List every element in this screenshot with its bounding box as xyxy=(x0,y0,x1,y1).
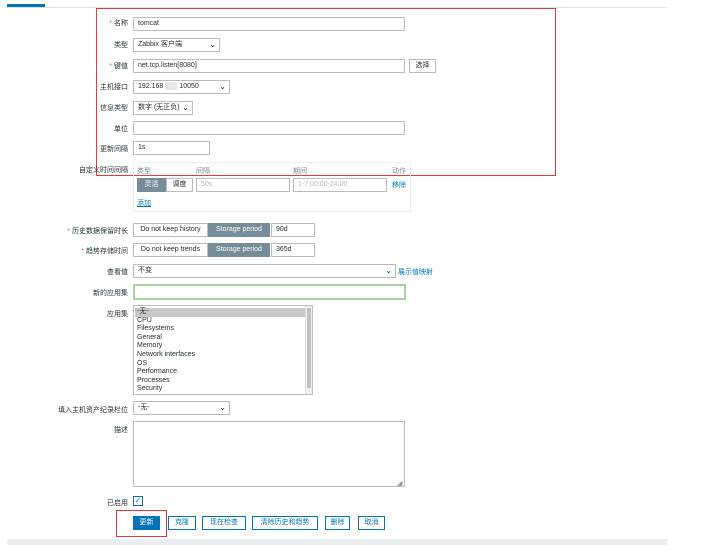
history-storage-period-toggle[interactable]: Storage period xyxy=(208,223,270,237)
custom-header-period: 期间 xyxy=(293,168,307,175)
chevron-down-icon: ⌄ xyxy=(385,266,392,275)
description-textarea[interactable] xyxy=(133,421,405,487)
host-interface-label: * 主机接口 xyxy=(95,84,128,91)
list-item[interactable]: CPU xyxy=(135,317,305,326)
applications-label: 应用集 xyxy=(107,311,128,318)
key-select-button[interactable]: 选择 xyxy=(409,59,436,73)
enabled-label: 已启用 xyxy=(107,500,128,507)
list-item[interactable]: Security xyxy=(135,385,305,394)
clone-button[interactable]: 克隆 xyxy=(168,516,196,530)
chevron-down-icon: ⌄ xyxy=(219,82,226,91)
description-label: 描述 xyxy=(114,427,128,434)
flexible-toggle[interactable]: 灵活 xyxy=(137,178,166,192)
show-value-mappings-link[interactable]: 展示值映射 xyxy=(398,267,433,277)
custom-intervals-label: 自定义时间间隔 xyxy=(79,167,128,174)
resize-handle-icon[interactable]: ◢ xyxy=(397,479,402,487)
host-interface-select[interactable]: 192.168 10050 ⌄ xyxy=(133,80,230,94)
custom-header-action: 动作 xyxy=(392,168,406,175)
chevron-down-icon: ⌄ xyxy=(209,40,216,49)
redacted-block xyxy=(165,82,178,91)
key-label: * 键值 xyxy=(109,63,128,70)
list-item[interactable]: -无- xyxy=(135,308,305,317)
name-input[interactable]: tomcat xyxy=(133,17,405,31)
value-map-label: 查看值 xyxy=(107,269,128,276)
interval-input[interactable]: 50s xyxy=(196,178,290,192)
custom-header-type: 类型 xyxy=(137,168,151,175)
enabled-checkbox[interactable]: ✓ xyxy=(133,496,143,506)
listbox-scrollbar[interactable] xyxy=(305,306,312,394)
clear-history-button[interactable]: 清除历史和趋势 xyxy=(252,516,318,530)
trends-do-not-keep-toggle[interactable]: Do not keep trends xyxy=(133,243,208,257)
period-input[interactable]: 1-7,00:00-24:00 xyxy=(293,178,387,192)
key-input[interactable]: net.tcp.listen[8080] xyxy=(133,59,405,73)
trends-storage-period-toggle[interactable]: Storage period xyxy=(208,243,270,257)
new-application-label: 新的应用集 xyxy=(93,290,128,297)
new-application-input[interactable] xyxy=(133,284,406,300)
value-map-select[interactable]: 不变 ⌄ xyxy=(133,264,396,278)
type-label: 类型 xyxy=(114,42,128,49)
trends-period-input[interactable]: 365d xyxy=(271,243,315,257)
scrollbar-thumb[interactable] xyxy=(307,308,311,388)
update-button[interactable]: 更新 xyxy=(133,516,160,530)
list-item[interactable]: OS xyxy=(135,360,305,369)
custom-header-interval: 间隔 xyxy=(196,168,210,175)
trends-label: * 趋势存储时间 xyxy=(81,248,128,255)
list-item[interactable]: Memory xyxy=(135,342,305,351)
list-item[interactable]: Network interfaces xyxy=(135,351,305,360)
history-period-input[interactable]: 90d xyxy=(271,223,315,237)
inventory-field-select[interactable]: -无- ⌄ xyxy=(133,401,230,415)
list-item[interactable]: General xyxy=(135,334,305,343)
scheduling-toggle[interactable]: 调度 xyxy=(166,178,193,192)
list-item[interactable]: Performance xyxy=(135,368,305,377)
chevron-down-icon: ⌄ xyxy=(182,103,189,112)
update-interval-input[interactable]: 1s xyxy=(133,141,210,155)
list-item[interactable]: Processes xyxy=(135,377,305,386)
history-label: * 历史数据保留时长 xyxy=(67,228,128,235)
update-interval-label: * 更新间隔 xyxy=(95,146,128,153)
remove-interval-link[interactable]: 移除 xyxy=(392,180,406,190)
history-do-not-keep-toggle[interactable]: Do not keep history xyxy=(133,223,208,237)
chevron-down-icon: ⌄ xyxy=(219,403,226,412)
add-interval-link[interactable]: 添加 xyxy=(137,198,151,208)
bottom-scrollbar[interactable] xyxy=(7,539,667,545)
type-select[interactable]: Zabbix 客户端 ⌄ xyxy=(133,38,220,52)
units-label: 单位 xyxy=(114,126,128,133)
info-type-select[interactable]: 数字 (无正负) ⌄ xyxy=(133,101,193,115)
cancel-button[interactable]: 取消 xyxy=(358,516,385,530)
list-item[interactable]: Filesystems xyxy=(135,325,305,334)
name-label: * 名称 xyxy=(109,20,128,27)
inventory-field-label: 填入主机资产纪录栏位 xyxy=(58,407,128,414)
check-now-button[interactable]: 现在检查 xyxy=(202,516,246,530)
delete-button[interactable]: 删除 xyxy=(325,516,350,530)
info-type-label: 信息类型 xyxy=(100,105,128,112)
applications-listbox[interactable]: -无- CPU Filesystems General Memory Netwo… xyxy=(133,305,313,395)
units-input[interactable] xyxy=(133,121,405,135)
